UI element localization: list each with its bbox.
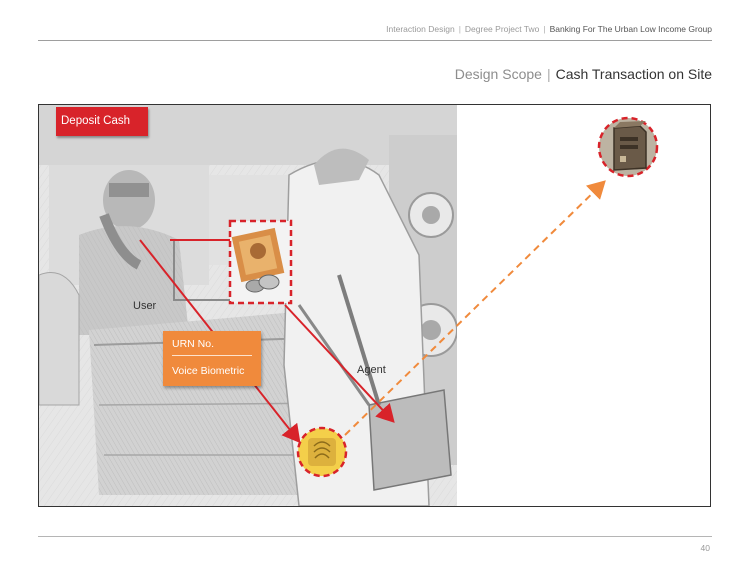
bank-server-icon	[597, 116, 659, 178]
info-divider	[172, 355, 252, 356]
page-number: 40	[700, 543, 710, 553]
deposit-cash-label: Deposit Cash	[56, 107, 148, 136]
device-to-bank-arrow	[344, 180, 606, 436]
fingerprint-device-icon	[296, 426, 348, 478]
voice-biometric-label: Voice Biometric	[172, 365, 245, 377]
user-label: User	[133, 300, 157, 312]
cash-icon	[228, 219, 293, 305]
footer-rule	[38, 536, 712, 537]
agent-label: Agent	[357, 364, 386, 376]
urn-label: URN No.	[172, 338, 215, 350]
cash-to-agent-arrow	[284, 304, 395, 423]
annotation-overlay	[139, 116, 659, 478]
verification-info-box: URN No. Voice Biometric	[163, 331, 261, 386]
